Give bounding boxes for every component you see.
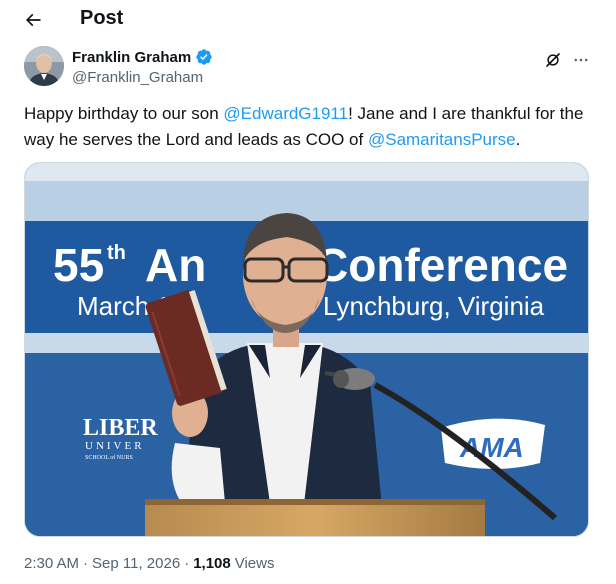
author-display-name[interactable]: Franklin Graham xyxy=(72,49,191,66)
arrow-left-icon xyxy=(25,13,41,27)
banner-text-location: Lynchburg, Virginia xyxy=(323,291,545,321)
grok-button[interactable] xyxy=(542,49,564,71)
post-text-segment: . xyxy=(515,130,521,149)
post-photo: 55 th An Conference March 1 Lynchburg, V… xyxy=(25,163,588,536)
logo-liberty: LIBER xyxy=(83,415,158,441)
separator: · xyxy=(83,555,89,572)
name-row: Franklin Graham xyxy=(72,48,213,66)
separator: · xyxy=(184,555,190,572)
post-author: Franklin Graham @Franklin_Graham xyxy=(24,46,594,90)
more-horizontal-icon xyxy=(574,58,588,62)
verified-badge-icon xyxy=(196,49,212,65)
logo-liberty-sub: UNIVER xyxy=(85,440,145,452)
author-handle[interactable]: @Franklin_Graham xyxy=(72,69,203,86)
back-button[interactable] xyxy=(16,3,50,37)
post-image[interactable]: 55 th An Conference March 1 Lynchburg, V… xyxy=(24,162,589,537)
mention-link-samaritanspurse[interactable]: @SamaritansPurse xyxy=(368,130,516,149)
mention-link-edwardg1911[interactable]: @EdwardG1911 xyxy=(223,104,348,123)
more-options-button[interactable] xyxy=(570,49,592,71)
page-title: Post xyxy=(80,7,124,29)
grok-icon xyxy=(546,53,560,67)
post-metadata: 2:30 AM · Sep 11, 2026 · 1,108 Views xyxy=(24,555,274,572)
avatar[interactable] xyxy=(24,46,64,86)
post-time[interactable]: 2:30 AM xyxy=(24,555,79,572)
banner-text-th: th xyxy=(107,242,126,264)
post-header: Post xyxy=(0,0,616,38)
banner-text-an: An xyxy=(145,239,206,291)
logo-liberty-sub2: SCHOOL of NURS xyxy=(85,454,133,461)
post-date[interactable]: Sep 11, 2026 xyxy=(92,555,180,572)
post-text-segment: Happy birthday to our son xyxy=(24,104,224,123)
banner-text-55: 55 xyxy=(53,239,104,291)
post-text: Happy birthday to our son @EdwardG1911! … xyxy=(24,101,594,153)
banner-text-conference: Conference xyxy=(315,239,568,291)
views-label: Views xyxy=(234,555,275,572)
views-count: 1,108 xyxy=(193,555,231,572)
